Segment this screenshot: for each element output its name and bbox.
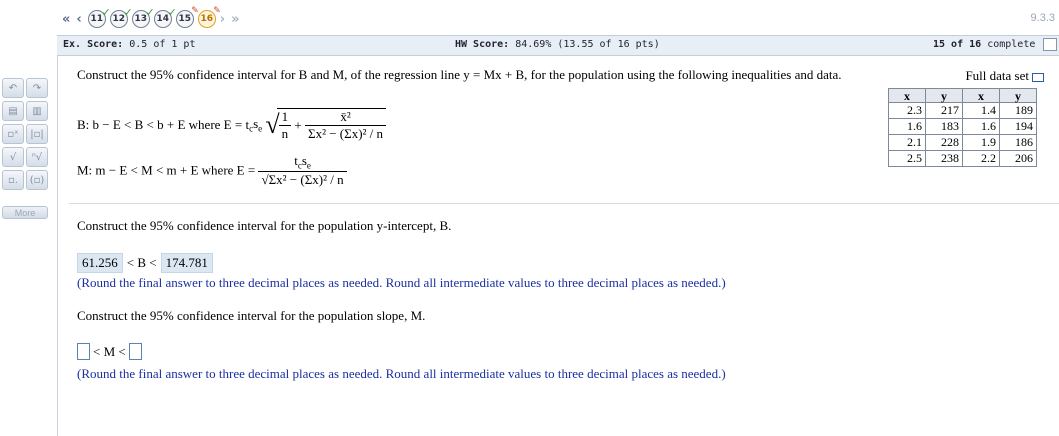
table-row: 2.5 238 2.2 206 [888, 150, 1037, 167]
homework-score: HW Score: 84.69% (13.55 of 16 pts) [455, 39, 660, 50]
intercept-upper-answer[interactable]: 174.781 [160, 253, 213, 273]
part2-answer-row: < M < [77, 343, 142, 360]
question-navigator: « ‹ 11 ✓ 12 ✓ 13 ✓ 14 ✓ 15 ✎ 16 ✎ › » [62, 6, 242, 30]
popup-window-icon [1032, 72, 1044, 82]
slope-upper-input[interactable] [128, 343, 142, 360]
table-header: x [962, 88, 1000, 103]
more-tools-button[interactable]: More [2, 206, 48, 219]
slope-lower-input[interactable] [77, 343, 90, 360]
inequality-text: < M < [93, 343, 126, 359]
undo-icon[interactable]: ↶ [2, 78, 24, 98]
question-13-button[interactable]: 13 ✓ [131, 6, 155, 28]
completion-status: 15 of 16 complete [933, 39, 1036, 50]
square-root-icon[interactable]: √ [2, 147, 24, 167]
part1-prompt: Construct the 95% confidence interval fo… [77, 218, 452, 233]
full-data-set-link[interactable]: Full data set [888, 68, 1048, 84]
print-icon[interactable] [1043, 38, 1057, 51]
rounding-instruction: (Round the final answer to three decimal… [77, 275, 726, 290]
last-question-arrow[interactable]: » [231, 12, 239, 27]
data-table: x y x y 2.3 217 1.4 189 1.6 183 1.6 194 2.1 228… [888, 88, 1037, 167]
slope-formula: M: m − E < M < m + E where E = tcse √Σx²… [77, 153, 347, 188]
nth-root-icon[interactable]: ⁿ√ [26, 147, 48, 167]
part2-prompt: Construct the 95% confidence interval fo… [77, 308, 426, 323]
mixed-number-icon[interactable]: ▥ [26, 101, 48, 121]
redo-icon[interactable]: ↷ [26, 78, 48, 98]
exponent-icon[interactable]: ▫ˣ [2, 124, 24, 144]
table-header: x [888, 88, 926, 103]
intercept-formula: B: b − E < B < b + E where E = tcse √ 1n… [77, 108, 387, 142]
fraction-icon[interactable]: ▤ [2, 101, 24, 121]
question-intro: Construct the 95% confidence interval fo… [77, 67, 842, 82]
partial-credit-icon: ✎ [191, 6, 199, 16]
section-divider [69, 203, 1059, 204]
table-row: 2.1 228 1.9 186 [888, 134, 1037, 151]
absolute-value-icon[interactable]: |▫| [26, 124, 48, 144]
score-bar: Ex. Score: 0.5 of 1 pt HW Score: 84.69% … [57, 35, 1059, 56]
rounding-instruction: (Round the final answer to three decimal… [77, 366, 726, 381]
parentheses-icon[interactable]: (▫) [26, 170, 48, 190]
question-12-button[interactable]: 12 ✓ [109, 6, 133, 28]
table-row: 1.6 183 1.6 194 [888, 118, 1037, 135]
intercept-lower-answer[interactable]: 61.256 [77, 253, 123, 273]
table-header: y [999, 88, 1037, 103]
question-navigation-bar: « ‹ 11 ✓ 12 ✓ 13 ✓ 14 ✓ 15 ✎ 16 ✎ › » 9.3.3 [0, 0, 1059, 34]
previous-question-arrow[interactable]: ‹ [76, 12, 81, 27]
question-16-button[interactable]: 16 ✎ [197, 6, 221, 28]
partial-credit-icon: ✎ [213, 6, 221, 16]
exercise-score: Ex. Score: 0.5 of 1 pt [63, 39, 196, 50]
table-header: y [925, 88, 963, 103]
part1-answer-row: 61.256 < B < 174.781 [77, 253, 213, 273]
content-divider [57, 55, 58, 436]
question-11-button[interactable]: 11 ✓ [87, 6, 111, 28]
version-label: 9.3.3 [1030, 12, 1055, 24]
decimal-icon[interactable]: ▫. [2, 170, 24, 190]
first-question-arrow[interactable]: « [62, 12, 70, 27]
question-15-button[interactable]: 15 ✎ [175, 6, 199, 28]
table-row: 2.3 217 1.4 189 [888, 102, 1037, 119]
inequality-text: < B < [126, 255, 157, 270]
question-14-button[interactable]: 14 ✓ [153, 6, 177, 28]
